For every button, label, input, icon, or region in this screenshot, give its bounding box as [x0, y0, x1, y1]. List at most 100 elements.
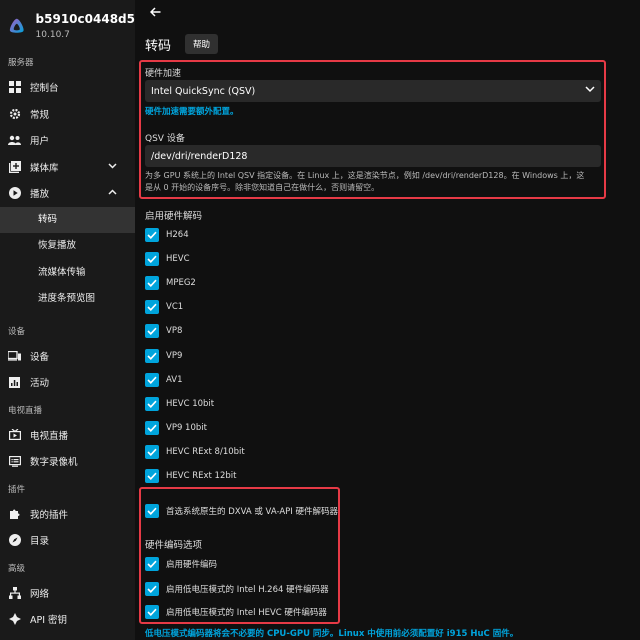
checkbox-checked-icon: [145, 228, 159, 242]
checkbox-label: 启用硬件编码: [166, 560, 218, 570]
dashboard-icon: [8, 81, 21, 94]
codec-checkbox[interactable]: MPEG2: [145, 274, 196, 292]
sidebar-item-general[interactable]: 常规: [0, 101, 135, 128]
codec-label: H264: [166, 230, 189, 240]
checkbox-checked-icon: [145, 252, 159, 267]
checkbox-checked-icon: [145, 372, 159, 387]
lowpower-h264-checkbox[interactable]: 启用低电压模式的 Intel H.264 硬件编码器: [145, 580, 329, 598]
checkbox-label: 首选系统原生的 DXVA 或 VA-API 硬件解码器: [166, 507, 338, 517]
codec-checkbox[interactable]: VC1: [145, 298, 183, 316]
main-content: 转码 帮助 硬件加速 Intel QuickSync (QSV) 硬件加速需要额…: [135, 0, 640, 640]
sidebar-item-playback[interactable]: 播放: [0, 180, 135, 207]
sidebar-item-users[interactable]: 用户: [0, 127, 135, 154]
hw-decode-title: 启用硬件解码: [145, 211, 203, 222]
codec-label: VP8: [166, 326, 183, 337]
library-add-icon: [8, 160, 21, 173]
codec-checkbox[interactable]: HEVC 10bit: [145, 395, 214, 413]
chevron-down-icon: [108, 162, 117, 169]
sidebar-subitem-trickplay[interactable]: 进度条预览图: [0, 286, 135, 313]
hw-encode-title: 硬件编码选项: [145, 540, 203, 551]
qsv-device-help-line1: 为多 GPU 系统上的 Intel QSV 指定设备。在 Linux 上，这是渲…: [145, 171, 585, 180]
play-circle-icon: [8, 187, 21, 200]
codec-checkbox[interactable]: HEVC RExt 8/10bit: [145, 443, 245, 461]
help-button[interactable]: 帮助: [185, 34, 219, 54]
sidebar-item-label: 播放: [30, 189, 50, 201]
sidebar-item-label: 常规: [30, 109, 50, 121]
dvr-icon: [8, 455, 21, 468]
codec-label: HEVC RExt 12bit: [166, 471, 237, 481]
codec-label: AV1: [166, 374, 183, 385]
jellyfin-logo-icon: [9, 18, 24, 33]
sidebar-item-label: 目录: [30, 536, 50, 548]
codec-checkbox[interactable]: HEVC RExt 12bit: [145, 467, 236, 485]
sidebar-item-label: 我的插件: [30, 509, 69, 521]
section-header-livetv: 电视直播: [8, 405, 43, 416]
chevron-up-icon: [108, 189, 117, 195]
sidebar-item-livetv[interactable]: 电视直播: [0, 422, 135, 449]
qsv-device-input[interactable]: /dev/dri/renderD128: [145, 145, 601, 167]
sidebar-item-dvr[interactable]: 数字录像机: [0, 448, 135, 475]
sidebar-item-devices[interactable]: 设备: [0, 343, 135, 370]
server-name: b5910c0448d5: [35, 12, 135, 26]
server-version: 10.10.7: [35, 30, 70, 40]
chart-icon: [8, 376, 21, 389]
sidebar-item-label: 设备: [30, 351, 50, 363]
lowpower-hevc-checkbox[interactable]: 启用低电压模式的 Intel HEVC 硬件编码器: [145, 603, 327, 621]
network-icon: [8, 586, 21, 599]
checkbox-checked-icon: [145, 444, 159, 459]
prefer-native-decoder-checkbox[interactable]: 首选系统原生的 DXVA 或 VA-API 硬件解码器: [145, 502, 338, 520]
qsv-device-help-line2: 是从 0 开始的设备序号。除非您知道自己在做什么，否则请留空。: [145, 183, 380, 192]
section-header-server: 服务器: [8, 58, 34, 68]
codec-label: VP9 10bit: [166, 422, 207, 433]
live-tv-icon: [8, 428, 21, 441]
sidebar-item-apikeys[interactable]: API 密钥: [0, 606, 135, 633]
sidebar-item-catalog[interactable]: 目录: [0, 527, 135, 554]
sidebar-item-activity[interactable]: 活动: [0, 369, 135, 396]
checkbox-checked-icon: [145, 348, 159, 363]
hw-accel-select[interactable]: Intel QuickSync (QSV): [145, 80, 601, 102]
brand[interactable]: b5910c0448d5 10.10.7: [0, 0, 135, 52]
codec-checkbox[interactable]: VP9: [145, 347, 182, 365]
codec-label: VP9: [166, 350, 183, 361]
checkbox-checked-icon: [145, 582, 159, 596]
chevron-down-icon: [585, 86, 595, 93]
hw-accel-config-link[interactable]: 硬件加速需要额外配置。: [145, 105, 239, 117]
checkbox-label: 启用低电压模式的 Intel H.264 硬件编码器: [166, 585, 329, 595]
devices-icon: [8, 349, 21, 362]
codec-checkbox[interactable]: H264: [145, 226, 189, 244]
sidebar-subitem-streaming[interactable]: 流媒体传输: [0, 260, 135, 287]
compass-icon: [8, 534, 21, 547]
sidebar-item-dashboard[interactable]: 控制台: [0, 74, 135, 101]
codec-checkbox[interactable]: HEVC: [145, 250, 190, 268]
sidebar-item-label: 用户: [30, 136, 50, 148]
checkbox-checked-icon: [145, 605, 159, 619]
codec-checkbox[interactable]: AV1: [145, 371, 183, 389]
checkbox-checked-icon: [145, 324, 159, 339]
codec-checkbox[interactable]: VP9 10bit: [145, 419, 207, 437]
sidebar-item-label: 媒体库: [30, 162, 59, 174]
api-icon: [8, 613, 21, 626]
section-header-plugins: 插件: [8, 484, 26, 495]
sidebar-item-myplugins[interactable]: 我的插件: [0, 501, 135, 528]
section-header-advanced: 高级: [8, 563, 26, 574]
qsv-device-value: /dev/dri/renderD128: [151, 150, 248, 162]
section-header-devices: 设备: [8, 326, 26, 337]
enable-hw-encoding-checkbox[interactable]: 启用硬件编码: [145, 555, 217, 573]
puzzle-icon: [8, 507, 21, 520]
checkbox-checked-icon: [145, 504, 159, 518]
checkbox-label: 启用低电压模式的 Intel HEVC 硬件编码器: [166, 608, 327, 618]
checkbox-checked-icon: [145, 300, 159, 315]
codec-checkbox[interactable]: VP8: [145, 322, 182, 340]
checkbox-checked-icon: [145, 557, 159, 571]
codec-label: VC1: [166, 302, 184, 313]
back-arrow-icon[interactable]: [150, 7, 161, 17]
sidebar-subitem-transcoding[interactable]: 转码: [0, 206, 135, 233]
page-title: 转码: [145, 38, 172, 54]
sidebar-item-label: 电视直播: [30, 430, 69, 442]
sidebar-item-networking[interactable]: 网络: [0, 580, 135, 607]
checkbox-checked-icon: [145, 276, 159, 291]
sidebar-item-label: 控制台: [30, 83, 59, 95]
sidebar-item-libraries[interactable]: 媒体库: [0, 154, 135, 181]
hw-accel-value: Intel QuickSync (QSV): [151, 85, 256, 97]
sidebar-subitem-resume[interactable]: 恢复播放: [0, 233, 135, 260]
